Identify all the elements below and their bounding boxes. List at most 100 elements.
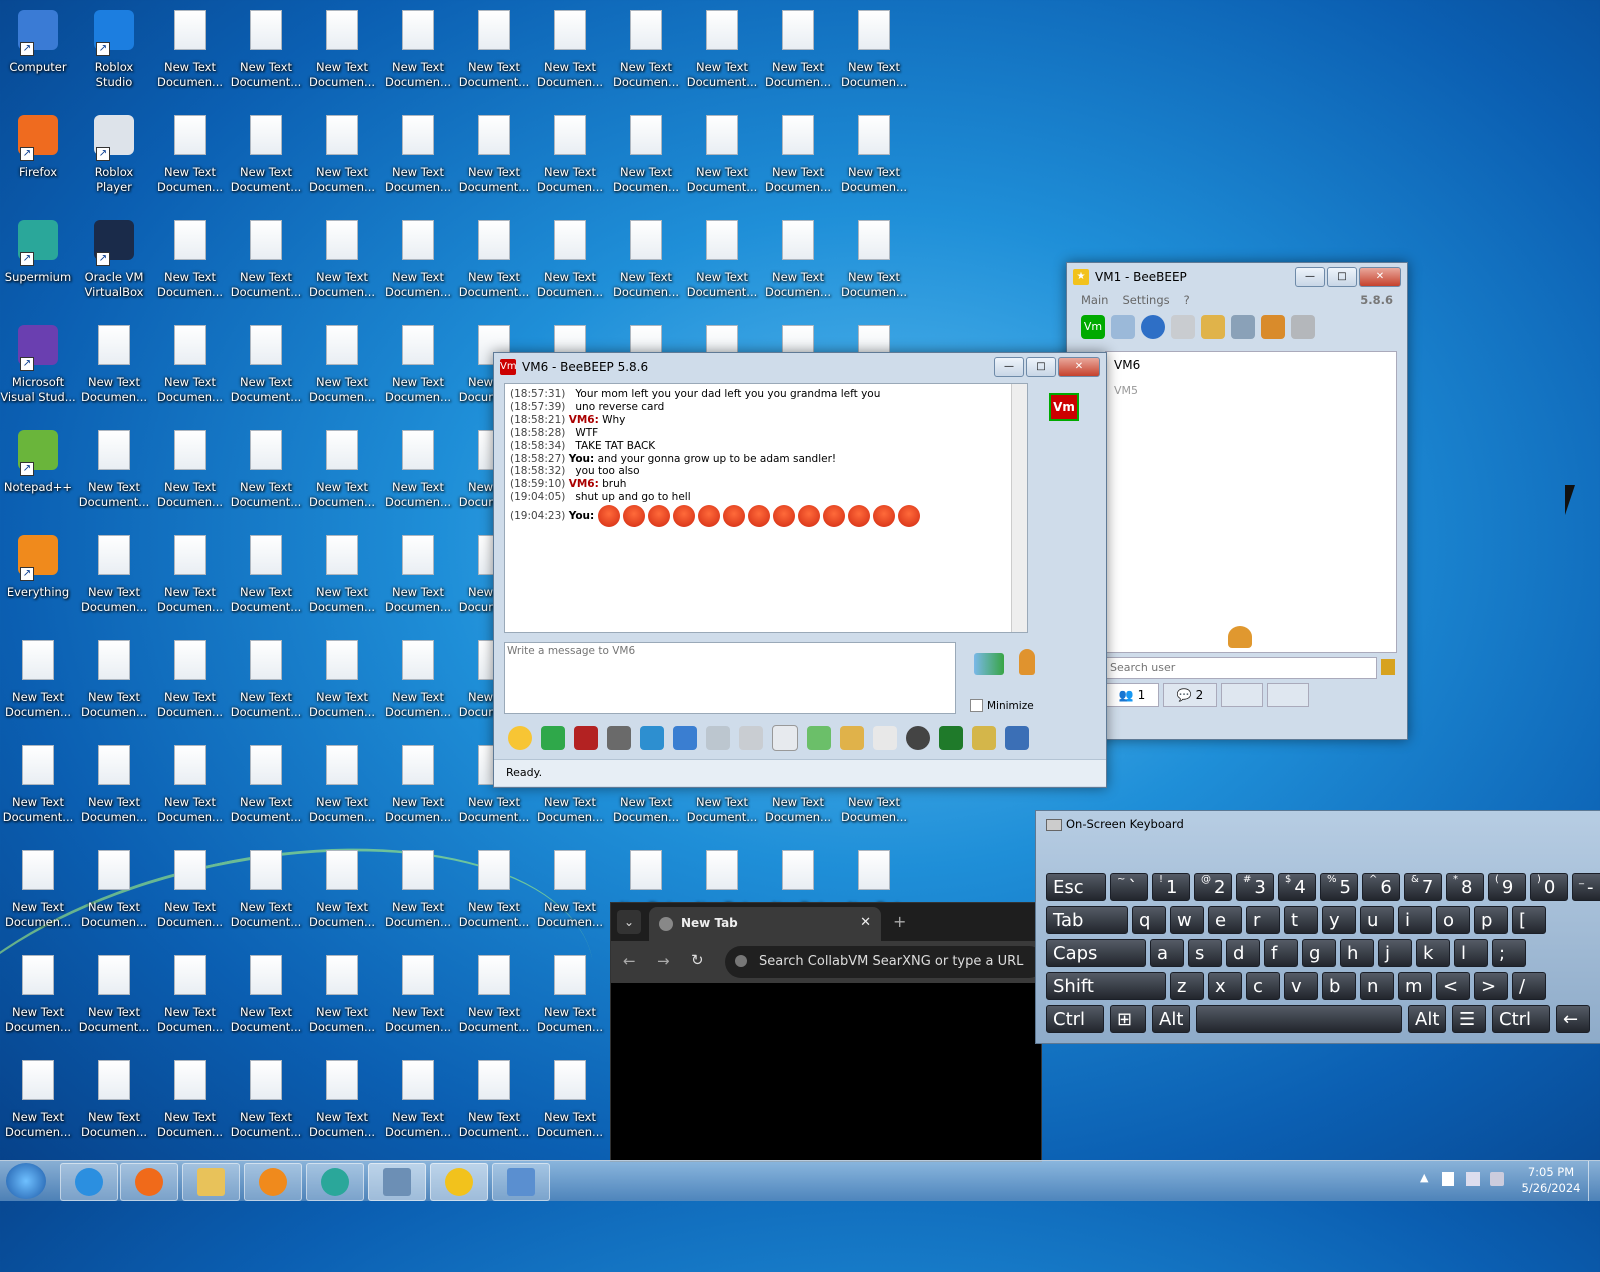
key[interactable]: p [1474,906,1508,934]
desktop-icon[interactable]: New Text Documen... [76,1050,152,1150]
desktop-icon[interactable]: New Text Document... [684,105,760,205]
title-bar[interactable]: ★ VM1 - BeeBEEP — □ ✕ [1067,263,1407,291]
taskbar-media-player[interactable] [244,1163,302,1201]
tab-shares[interactable] [1267,683,1309,707]
desktop-icon[interactable]: New Text Documen... [76,840,152,940]
desktop-icon[interactable]: New Text Documen... [152,735,228,835]
key[interactable]: @2 [1194,873,1232,901]
desktop-icon[interactable]: New Text Documen... [304,315,380,415]
desktop-icon[interactable]: New Text Documen... [304,210,380,310]
browser-window[interactable]: ⌄ New Tab ✕ + ← → ↻ Search CollabVM Sear… [610,902,1045,1162]
desktop-icon[interactable]: New Text Document... [456,105,532,205]
desktop-icon[interactable]: New Text Documen... [152,0,228,100]
key[interactable]: _ - [1572,873,1600,901]
key[interactable]: f [1264,939,1298,967]
tab-key[interactable]: Tab [1046,906,1128,934]
desktop-icon[interactable]: New Text Document... [456,945,532,1045]
emoji-icon[interactable] [508,726,532,750]
desktop-icon[interactable]: New Text Documen... [380,630,456,730]
key[interactable]: g [1302,939,1336,967]
beebeep-main-window[interactable]: ★ VM1 - BeeBEEP — □ ✕ Main Settings ? 5.… [1066,262,1408,740]
shift-key[interactable]: Shift [1046,972,1166,1000]
show-hidden-icons[interactable]: ▲ [1420,1171,1428,1184]
spellcheck-icon[interactable] [706,726,730,750]
desktop-icon[interactable]: New Text Document... [228,315,304,415]
key[interactable]: [ [1512,906,1546,934]
network-icon[interactable] [1141,315,1165,339]
desktop-icon[interactable]: New Text Documen... [152,210,228,310]
desktop-icon[interactable]: New Text Documen... [0,945,76,1045]
desktop-icon[interactable]: New Text Documen... [760,210,836,310]
desktop-icon[interactable]: New Text Documen... [608,105,684,205]
desktop-icon[interactable]: New Text Documen... [380,840,456,940]
key[interactable]: y [1322,906,1356,934]
desktop-icon[interactable]: ↗ Roblox Player [76,105,152,205]
desktop-icon[interactable]: New Text Documen... [152,315,228,415]
key[interactable]: x [1208,972,1242,1000]
save-icon[interactable] [1005,726,1029,750]
desktop-icon[interactable]: New Text Documen... [532,0,608,100]
desktop-icon[interactable]: ↗ Supermium [0,210,76,310]
desktop-icon[interactable]: New Text Document... [456,1050,532,1150]
desktop-icon[interactable]: New Text Documen... [304,735,380,835]
desktop-icon[interactable]: ↗ Microsoft Visual Stud... [0,315,76,415]
desktop-icon[interactable]: New Text Documen... [0,630,76,730]
expand-icon[interactable] [541,726,565,750]
keyboard-icon[interactable] [772,725,798,751]
key[interactable]: l [1454,939,1488,967]
key[interactable]: (9 [1488,873,1526,901]
settings-icon[interactable] [673,726,697,750]
desktop-icon[interactable]: New Text Documen... [380,210,456,310]
desktop-icon[interactable]: New Text Documen... [836,0,912,100]
profile-icon[interactable] [1111,315,1135,339]
desktop-icon[interactable]: New Text Documen... [304,0,380,100]
filter-icon[interactable] [640,726,664,750]
desktop-icon[interactable]: ↗ Roblox Studio [76,0,152,100]
taskbar-firefox[interactable] [120,1163,178,1201]
clock[interactable]: 7:05 PM 5/26/2024 [1516,1164,1586,1196]
desktop-icon[interactable]: New Text Documen... [836,210,912,310]
desktop-icon[interactable]: New Text Document... [456,840,532,940]
desktop-icon[interactable]: ↗ Notepad++ [0,420,76,520]
minimize-button[interactable]: — [1295,267,1325,287]
key[interactable]: e [1208,906,1242,934]
file-send-icon[interactable] [807,726,831,750]
aa-icon[interactable] [739,726,763,750]
edit-icon[interactable] [1201,315,1225,339]
desktop-icon[interactable]: New Text Documen... [760,0,836,100]
home-icon[interactable] [1171,315,1195,339]
show-desktop-button[interactable] [1588,1161,1600,1201]
send-icon[interactable] [974,653,1004,675]
close-tab-icon[interactable]: ✕ [860,915,871,930]
user-list[interactable]: VM6 VM5 [1105,351,1397,653]
tab-users[interactable]: 👥 1 [1105,683,1159,707]
tab-new-tab[interactable]: New Tab ✕ [649,907,881,941]
contact-avatar[interactable]: Vm [1049,393,1079,421]
desktop-icon[interactable]: New Text Documen... [152,630,228,730]
taskbar-ie[interactable] [60,1163,118,1201]
desktop-icon[interactable]: New Text Document... [228,630,304,730]
tab-chats[interactable]: 💬 2 [1163,683,1217,707]
desktop-icon[interactable]: New Text Documen... [380,945,456,1045]
screenshot-icon[interactable] [939,726,963,750]
desktop-icon[interactable]: New Text Documen... [152,420,228,520]
chat-log[interactable]: (18:57:31) Your mom left you your dad le… [504,383,1028,633]
key[interactable]: b [1322,972,1356,1000]
desktop-icon[interactable]: New Text Document... [228,0,304,100]
menu-key[interactable]: ☰ [1452,1005,1486,1033]
ctrl-key[interactable]: Ctrl [1492,1005,1550,1033]
desktop-icon[interactable]: New Text Documen... [532,1050,608,1150]
title-bar[interactable]: Vm VM6 - BeeBEEP 5.8.6 — □ ✕ [494,353,1106,381]
camera-icon[interactable] [906,726,930,750]
desktop-icon[interactable]: New Text Documen... [532,210,608,310]
desktop-icon[interactable]: ↗ Firefox [0,105,76,205]
broom-icon[interactable] [1381,659,1395,675]
key[interactable]: a [1150,939,1184,967]
desktop-icon[interactable]: New Text Document... [76,420,152,520]
desktop-icon[interactable]: New Text Documen... [380,0,456,100]
key[interactable]: v [1284,972,1318,1000]
desktop-icon[interactable]: New Text Documen... [76,735,152,835]
key[interactable]: ^ 6 [1362,873,1400,901]
desktop-icon[interactable]: New Text Documen... [76,315,152,415]
desktop-icon[interactable]: New Text Documen... [380,525,456,625]
